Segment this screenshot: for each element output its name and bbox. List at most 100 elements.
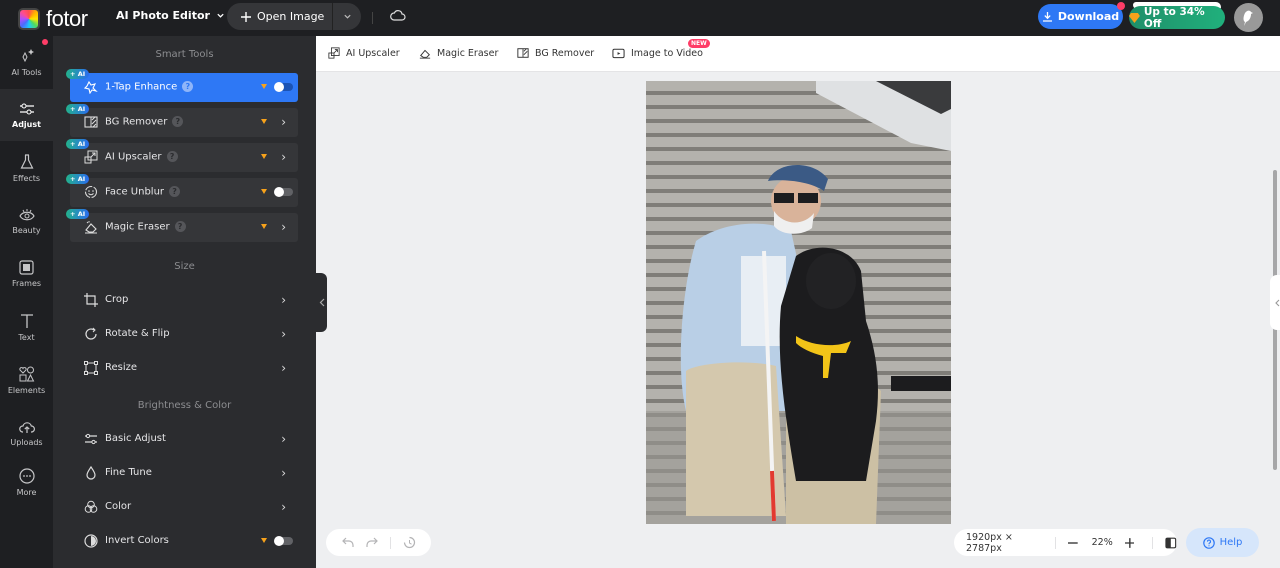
rail-item-text[interactable]: Text (0, 301, 53, 353)
face-icon (84, 185, 98, 199)
history-controls (326, 529, 431, 556)
sliders-icon (19, 103, 34, 114)
app-switcher[interactable]: AI Photo Editor (116, 9, 225, 22)
premium-crown-icon (261, 224, 267, 229)
invert-icon (84, 534, 98, 548)
left-rail: AI Tools Adjust Effects Beauty Frames Te… (0, 36, 53, 568)
adjust-panel: Smart Tools + AI 1-Tap Enhance? + AI BG … (53, 36, 316, 568)
zoom-in-icon[interactable] (1124, 537, 1135, 548)
cloud-save-icon[interactable] (390, 9, 406, 23)
ai-badge: + AI (66, 174, 90, 184)
section-title-smart-tools: Smart Tools (155, 49, 214, 60)
tool-ai-upscaler[interactable]: + AI AI Upscaler? › (66, 139, 298, 172)
divider (1054, 536, 1056, 549)
tool-bg-remover[interactable]: + AI BG Remover? › (66, 104, 298, 137)
open-image-group: Open Image (227, 3, 361, 30)
promo-button[interactable]: Up to 34% Off (1129, 5, 1225, 30)
section-title-brightness-color: Brightness & Color (137, 400, 232, 411)
chevron-left-icon (319, 298, 324, 307)
tool-label: AI Upscaler (105, 151, 162, 163)
tool-magic-eraser[interactable]: + AI Magic Eraser? › (66, 209, 298, 242)
open-image-dropdown[interactable] (333, 3, 361, 30)
tool-resize[interactable]: Resize › (70, 354, 298, 382)
rail-item-effects[interactable]: Effects (0, 142, 53, 194)
eye-icon (18, 208, 35, 220)
rail-label: Elements (7, 385, 46, 395)
rail-item-elements[interactable]: Elements (0, 354, 53, 406)
quick-image-to-video[interactable]: Image to Video (612, 47, 703, 59)
face-unblur-toggle[interactable] (274, 187, 293, 197)
redo-icon[interactable] (366, 537, 378, 548)
help-icon[interactable]: ? (166, 151, 178, 162)
open-image-button[interactable]: Open Image (227, 3, 333, 30)
plus-icon (241, 11, 251, 22)
color-circles-icon (84, 500, 98, 513)
divider (390, 536, 391, 549)
frame-icon (19, 260, 34, 275)
tool-invert-colors[interactable]: Invert Colors (70, 527, 298, 555)
rail-item-more[interactable]: More (0, 456, 53, 508)
help-icon[interactable]: ? (172, 116, 184, 127)
help-icon[interactable]: ? (182, 81, 194, 92)
compare-icon[interactable] (1165, 537, 1177, 549)
rail-item-uploads[interactable]: Uploads (0, 407, 53, 459)
sliders-icon (85, 433, 97, 445)
quick-ai-upscaler[interactable]: AI Upscaler (328, 47, 400, 59)
help-button[interactable]: Help (1186, 528, 1259, 557)
tool-color[interactable]: Color › (70, 493, 298, 521)
tool-face-unblur[interactable]: + AI Face Unblur? (66, 174, 298, 207)
fotor-logo[interactable]: fotor (18, 6, 88, 32)
tool-label: Color (105, 501, 132, 512)
section-title-size: Size (174, 261, 195, 272)
rail-item-ai-tools[interactable]: AI Tools (0, 36, 53, 88)
ai-badge: + AI (66, 209, 90, 219)
history-icon[interactable] (403, 536, 416, 549)
text-icon (20, 313, 33, 328)
rail-item-adjust[interactable]: Adjust (0, 89, 53, 141)
enhance-toggle[interactable] (274, 82, 293, 92)
quick-tool-label: BG Remover (535, 47, 595, 59)
undo-icon[interactable] (342, 537, 354, 548)
quick-magic-eraser[interactable]: Magic Eraser (419, 47, 498, 59)
chevron-right-icon: › (281, 150, 286, 164)
chevron-right-icon: › (281, 361, 286, 375)
sparkle-icon (21, 48, 34, 62)
cloud-upload-icon (18, 421, 35, 433)
chevron-down-icon (217, 13, 224, 18)
tool-label: Invert Colors (105, 535, 169, 546)
user-avatar[interactable] (1234, 3, 1263, 32)
rail-label: Frames (11, 279, 42, 288)
tool-fine-tune[interactable]: Fine Tune › (70, 459, 298, 487)
chevron-right-icon: › (281, 500, 286, 514)
rotate-icon (85, 327, 97, 340)
rail-label: Beauty (12, 225, 41, 235)
rail-label: Uploads (10, 437, 43, 447)
tool-crop[interactable]: Crop › (70, 286, 298, 314)
tool-basic-adjust[interactable]: Basic Adjust › (70, 425, 298, 453)
tool-label: 1-Tap Enhance (105, 81, 178, 93)
ai-badge: + AI (66, 69, 90, 79)
quick-tool-label: Magic Eraser (437, 47, 499, 59)
promo-label: Up to 34% Off (1143, 5, 1205, 30)
canvas-image[interactable] (646, 81, 951, 524)
chevron-right-icon: › (281, 466, 286, 480)
rail-item-beauty[interactable]: Beauty (0, 195, 53, 247)
tool-rotate-flip[interactable]: Rotate & Flip › (70, 320, 298, 348)
zoom-out-icon[interactable] (1067, 538, 1078, 548)
premium-crown-icon (261, 154, 267, 159)
right-panel-expand-button[interactable] (1270, 275, 1280, 330)
collapse-panel-button[interactable] (316, 273, 327, 332)
help-icon[interactable]: ? (169, 186, 181, 197)
chevron-right-icon: › (281, 432, 286, 446)
chevron-right-icon: › (281, 220, 286, 234)
invert-colors-toggle[interactable] (274, 536, 293, 546)
quick-bg-remover[interactable]: BG Remover (517, 47, 594, 59)
help-icon[interactable]: ? (174, 221, 186, 232)
rail-label: Text (18, 332, 35, 342)
divider (1152, 536, 1154, 549)
tool-1-tap-enhance[interactable]: + AI 1-Tap Enhance? (66, 69, 298, 102)
download-button[interactable]: Download (1038, 2, 1125, 29)
rail-item-frames[interactable]: Frames (0, 248, 53, 300)
open-image-label: Open Image (257, 10, 325, 23)
bg-remover-icon (517, 48, 529, 58)
